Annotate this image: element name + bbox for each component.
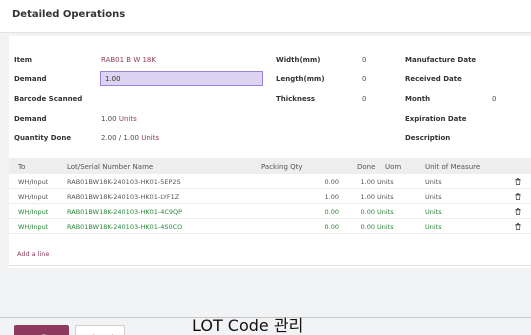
row-to: WH/Input: [18, 193, 49, 201]
barcode-label: Barcode Scanned: [14, 95, 83, 103]
quantity-done-label: Quantity Done: [14, 134, 72, 142]
row-done: 1.00: [360, 193, 375, 201]
row-to: WH/Input: [18, 178, 49, 186]
quantity-done-unit: Units: [141, 134, 160, 142]
table-row[interactable]: WH/Input RAB01BW18K-240103-HK01-4C9QP 0.…: [9, 204, 531, 219]
column-lot-serial[interactable]: Lot/Serial Number Name: [67, 163, 153, 171]
dialog-header: Detailed Operations: [0, 0, 531, 33]
column-done[interactable]: Done: [357, 163, 375, 171]
row-packing: 1.00: [324, 193, 339, 201]
trash-icon[interactable]: [515, 178, 521, 185]
table-row[interactable]: WH/Input RAB01BW18K-240103-HK01-LYF1Z 1.…: [9, 189, 531, 204]
discard-button[interactable]: Discard: [75, 325, 125, 335]
row-lot: RAB01BW18K-240103-HK01-LYF1Z: [67, 193, 180, 201]
demand-unit: Units: [118, 115, 137, 123]
item-value-link[interactable]: RAB01 B W 18K: [101, 56, 156, 64]
thickness-label: Thickness: [276, 95, 316, 103]
row-packing: 0.00: [324, 178, 339, 186]
row-done: 1.00: [360, 178, 375, 186]
received-date-label: Received Date: [405, 75, 462, 83]
row-to: WH/Input: [18, 223, 49, 231]
row-lot: RAB01BW18K-240103-HK01-5EP2S: [67, 178, 181, 186]
row-done: 0.00: [360, 208, 375, 216]
row-uom: Units: [377, 193, 394, 201]
month-label: Month: [405, 95, 431, 103]
width-value: 0: [362, 56, 367, 64]
row-done: 0.00: [360, 223, 375, 231]
trash-icon[interactable]: [515, 208, 521, 215]
row-unit-measure: Units: [425, 178, 442, 186]
column-to[interactable]: To: [18, 163, 25, 171]
row-packing: 0.00: [324, 208, 339, 216]
length-value: 0: [362, 75, 367, 83]
item-label: Item: [14, 56, 32, 64]
caption-text: LOT Code 관리: [192, 316, 304, 335]
column-packing-qty[interactable]: Packing Qty: [261, 163, 303, 171]
row-unit-measure: Units: [425, 208, 442, 216]
column-unit-of-measure[interactable]: Unit of Measure: [425, 163, 480, 171]
row-uom: Units: [377, 178, 394, 186]
month-value: 0: [492, 95, 497, 103]
description-label: Description: [405, 134, 451, 142]
demand-readonly-label: Demand: [14, 115, 47, 123]
manufacture-date-label: Manufacture Date: [405, 56, 477, 64]
row-uom: Units: [377, 208, 394, 216]
demand-readonly-value: 1.00 Units: [101, 115, 137, 123]
row-unit-measure: Units: [425, 193, 442, 201]
row-packing: 0.00: [324, 223, 339, 231]
thickness-value: 0: [362, 95, 367, 103]
trash-icon[interactable]: [515, 193, 521, 200]
table-row[interactable]: WH/Input RAB01BW18K-240103-HK01-4S0CO 0.…: [9, 219, 531, 234]
width-label: Width(mm): [276, 56, 321, 64]
row-lot: RAB01BW18K-240103-HK01-4C9QP: [67, 208, 183, 216]
table-row[interactable]: WH/Input RAB01BW18K-240103-HK01-5EP2S 0.…: [9, 174, 531, 189]
table-header: To Lot/Serial Number Name Packing Qty Do…: [9, 158, 531, 174]
length-label: Length(mm): [276, 75, 325, 83]
row-lot: RAB01BW18K-240103-HK01-4S0CO: [67, 223, 183, 231]
row-uom: Units: [377, 223, 394, 231]
demand-input[interactable]: 1.00: [100, 71, 263, 86]
demand-label: Demand: [14, 75, 47, 83]
detailed-operations-dialog: Detailed Operations Item RAB01 B W 18K D…: [0, 0, 531, 335]
trash-icon[interactable]: [515, 223, 521, 230]
add-line-link[interactable]: Add a line: [17, 250, 49, 258]
dialog-title: Detailed Operations: [12, 9, 126, 20]
expiration-date-label: Expiration Date: [405, 115, 467, 123]
table-bottom-divider: [9, 265, 531, 266]
row-to: WH/Input: [18, 208, 49, 216]
column-uom[interactable]: Uom: [385, 163, 401, 171]
confirm-button[interactable]: Confirm: [14, 325, 69, 335]
row-unit-measure: Units: [425, 223, 442, 231]
quantity-done-value: 2.00 / 1.00 Units: [101, 134, 160, 142]
